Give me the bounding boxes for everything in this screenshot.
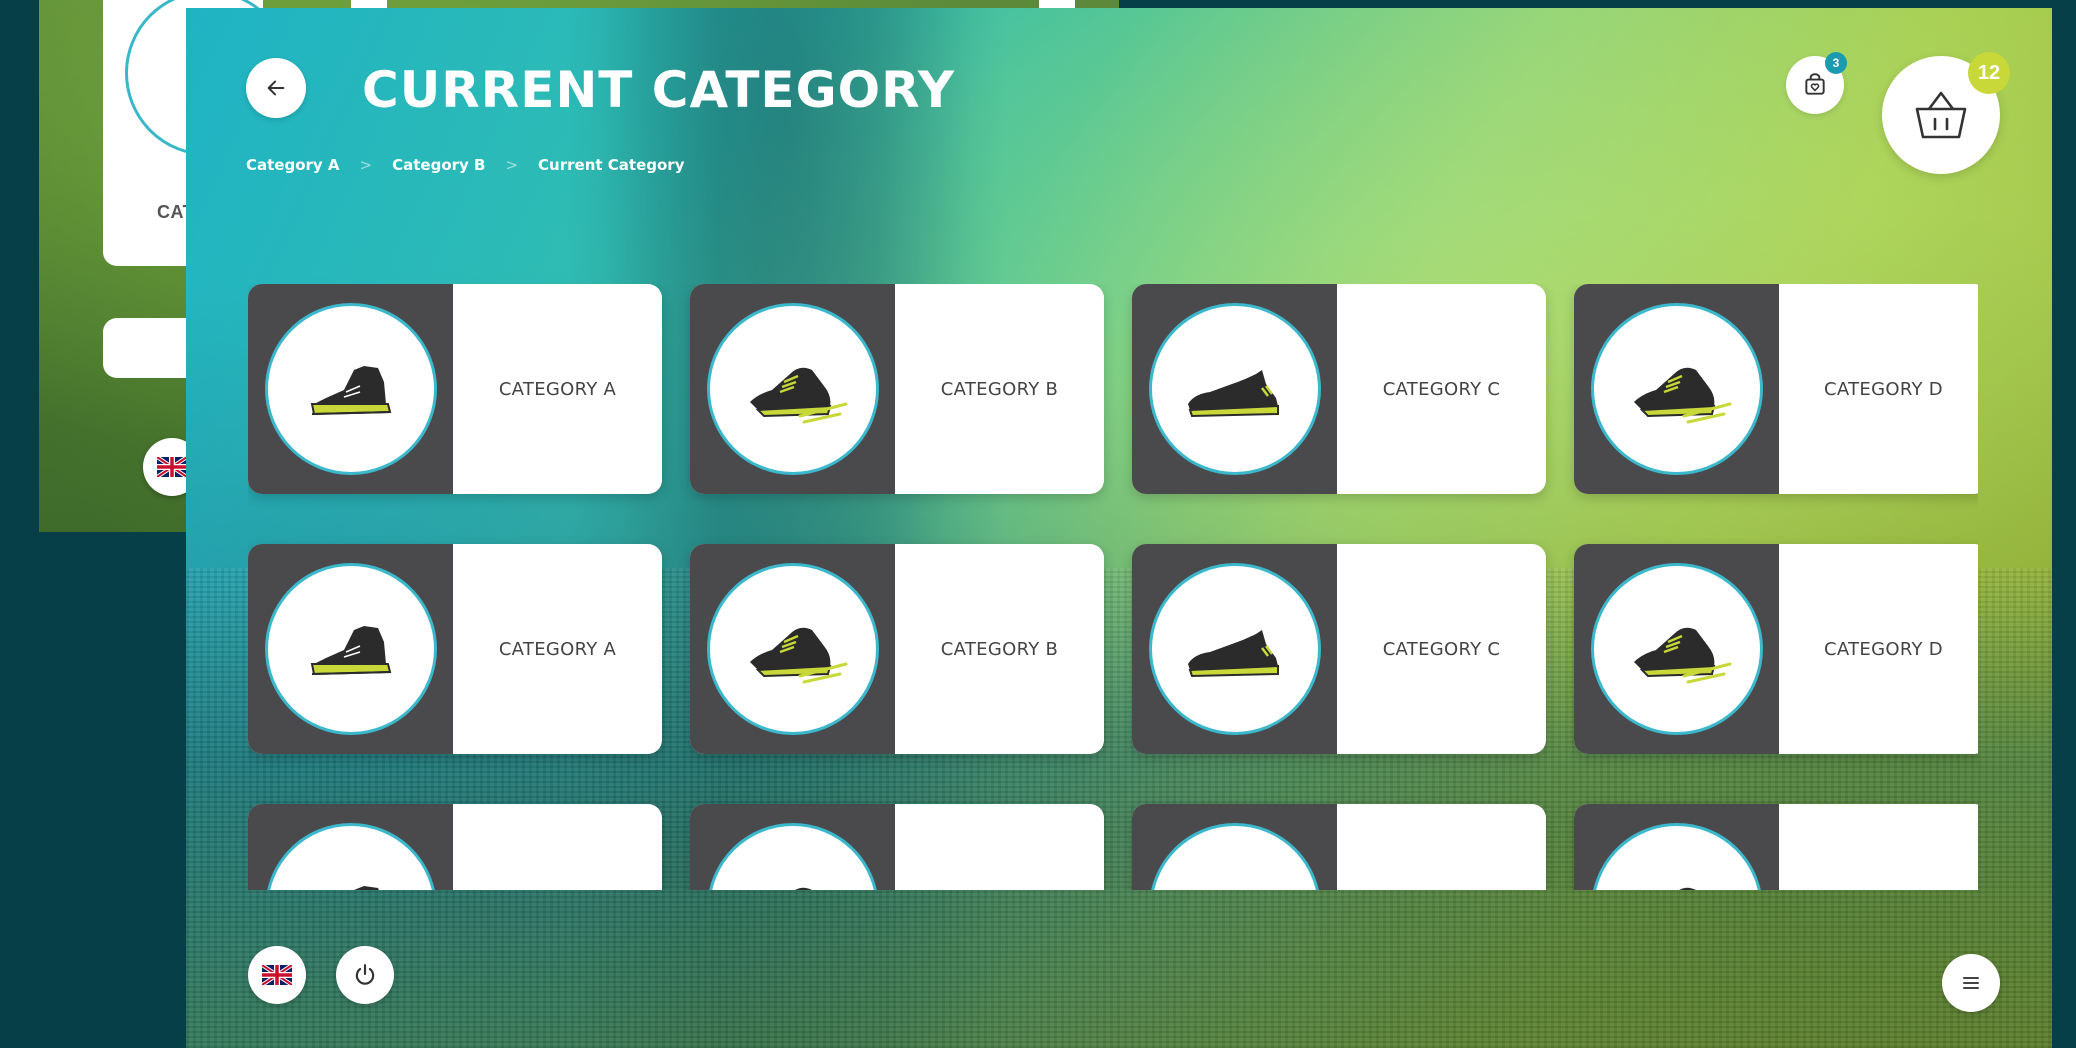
uk-flag-icon (262, 965, 292, 985)
running-shoe-icon (706, 303, 879, 475)
category-tile-label: CATEGORY B (940, 638, 1059, 660)
category-tile-label: CATEGORY D (1824, 378, 1943, 400)
category-tile[interactable]: CATEGORY C (1132, 544, 1546, 754)
category-tile-label: CATEGORY B (940, 378, 1059, 400)
category-tile-image-panel (248, 544, 453, 754)
running-shoe-icon (1590, 303, 1763, 475)
category-tile-label-panel (1337, 804, 1546, 890)
category-tile-label-panel: CATEGORY B (895, 544, 1104, 754)
uk-flag-icon (157, 457, 187, 477)
breadcrumb-item-category-b[interactable]: Category B (392, 156, 485, 174)
category-tile-label-panel (1779, 804, 1978, 890)
category-tile-image-panel (690, 544, 895, 754)
category-tile-label-panel: CATEGORY B (895, 284, 1104, 494)
high-top-sneaker-icon (264, 303, 437, 475)
main-window: CURRENT CATEGORY Category A > Category B… (186, 8, 2052, 1048)
breadcrumb-item-category-a[interactable]: Category A (246, 156, 340, 174)
shopping-bag-heart-icon (1805, 73, 1825, 95)
running-shoe-icon (706, 823, 879, 890)
sport-sneaker-icon (1148, 563, 1321, 735)
arrow-left-icon (267, 80, 285, 96)
category-tile[interactable]: CATEGORY D (1574, 544, 1978, 754)
category-tile-label: CATEGORY A (498, 378, 617, 400)
category-tile-image-panel (1132, 804, 1337, 890)
category-grid-viewport: CATEGORY A CATEGORY B CATEGORY C CATEGORY D… (248, 284, 1978, 890)
category-tile-label-panel: CATEGORY C (1337, 284, 1546, 494)
category-tile[interactable]: CATEGORY C (1132, 284, 1546, 494)
category-tile-label-panel: CATEGORY D (1779, 544, 1978, 754)
category-tile-label-panel (453, 804, 662, 890)
category-tile[interactable]: CATEGORY B (690, 544, 1104, 754)
breadcrumb: Category A > Category B > Current Catego… (246, 156, 684, 174)
category-tile[interactable] (248, 804, 662, 890)
category-tile-label: CATEGORY D (1824, 638, 1943, 660)
page-title: CURRENT CATEGORY (362, 61, 956, 119)
running-shoe-icon (1590, 563, 1763, 735)
category-tile[interactable]: CATEGORY A (248, 284, 662, 494)
category-tile[interactable]: CATEGORY B (690, 284, 1104, 494)
category-tile-label: CATEGORY C (1382, 378, 1501, 400)
category-tile[interactable] (690, 804, 1104, 890)
category-tile[interactable]: CATEGORY D (1574, 284, 1978, 494)
category-tile-label-panel: CATEGORY C (1337, 544, 1546, 754)
category-tile-image-panel (1574, 284, 1779, 494)
wishlist-count-badge: 3 (1825, 52, 1847, 74)
category-tile[interactable] (1574, 804, 1978, 890)
hamburger-menu-icon (1963, 977, 1979, 989)
category-tile-image-panel (1574, 544, 1779, 754)
category-tile-label: CATEGORY C (1382, 638, 1501, 660)
category-tile-label-panel: CATEGORY A (453, 544, 662, 754)
category-tile-label-panel (895, 804, 1104, 890)
back-button[interactable] (246, 58, 306, 118)
category-tile-image-panel (248, 804, 453, 890)
power-icon (355, 964, 375, 985)
category-tile-image-panel (1132, 544, 1337, 754)
language-button[interactable] (248, 946, 306, 1004)
category-tile-image-panel (248, 284, 453, 494)
running-shoe-icon (1590, 823, 1763, 890)
menu-button[interactable] (1942, 954, 2000, 1012)
high-top-sneaker-icon (264, 823, 437, 890)
category-tile-label-panel: CATEGORY D (1779, 284, 1978, 494)
category-tile-label-panel: CATEGORY A (453, 284, 662, 494)
chevron-right-icon: > (505, 156, 519, 174)
category-tile-label: CATEGORY A (498, 638, 617, 660)
category-tile-image-panel (690, 284, 895, 494)
background-category-card-4 (1039, 0, 1075, 8)
category-tile-image-panel (1574, 804, 1779, 890)
breadcrumb-item-current: Current Category (538, 156, 685, 174)
basket-icon (1915, 91, 1967, 139)
category-tile[interactable]: CATEGORY A (248, 544, 662, 754)
category-tile-image-panel (690, 804, 895, 890)
high-top-sneaker-icon (264, 563, 437, 735)
sport-sneaker-icon (1148, 303, 1321, 475)
category-tile-image-panel (1132, 284, 1337, 494)
power-button[interactable] (336, 946, 394, 1004)
category-grid: CATEGORY A CATEGORY B CATEGORY C CATEGORY D… (248, 284, 1978, 890)
chevron-right-icon: > (359, 156, 373, 174)
running-shoe-icon (706, 563, 879, 735)
basket-count-badge: 12 (1968, 52, 2010, 94)
sport-sneaker-icon (1148, 823, 1321, 890)
category-tile[interactable] (1132, 804, 1546, 890)
